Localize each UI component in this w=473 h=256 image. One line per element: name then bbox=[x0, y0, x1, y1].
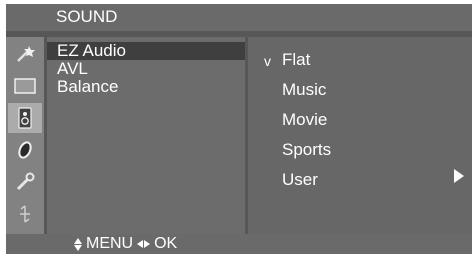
title-bar: SOUND bbox=[6, 4, 472, 31]
help-ok-label: OK bbox=[154, 235, 178, 252]
menu-item-balance[interactable]: Balance bbox=[57, 78, 118, 96]
left-right-arrow-icon bbox=[137, 240, 151, 248]
timer-icon bbox=[18, 141, 32, 159]
special-wrench-icon bbox=[16, 172, 35, 191]
setup-icon bbox=[20, 205, 30, 223]
category-icon-column bbox=[6, 37, 44, 234]
help-text: MENU OK bbox=[74, 235, 177, 253]
menu-item-avl[interactable]: AVL bbox=[57, 60, 88, 78]
submenu-arrow-icon[interactable] bbox=[454, 169, 464, 183]
help-bar: MENU OK bbox=[6, 234, 472, 254]
menu-item-label: Balance bbox=[57, 77, 119, 96]
option-movie[interactable]: Movie bbox=[282, 110, 327, 130]
menu-items-panel: EZ Audio AVL Balance bbox=[47, 37, 245, 234]
option-flat[interactable]: Flat bbox=[282, 50, 310, 70]
category-picture[interactable] bbox=[8, 39, 42, 69]
category-setup[interactable] bbox=[8, 199, 42, 229]
category-special[interactable] bbox=[8, 167, 42, 197]
speaker-icon bbox=[18, 107, 32, 129]
menu-item-ez-audio[interactable]: EZ Audio bbox=[47, 42, 245, 60]
category-screen[interactable] bbox=[8, 71, 42, 101]
option-music[interactable]: Music bbox=[282, 80, 326, 100]
osd-screen: SOUND EZ Audio AVL Balance v Flat Music … bbox=[6, 4, 472, 254]
category-time[interactable] bbox=[8, 135, 42, 165]
menu-item-label: AVL bbox=[57, 59, 88, 78]
up-down-arrow-icon bbox=[74, 237, 82, 251]
picture-wand-icon bbox=[17, 46, 35, 62]
option-sports[interactable]: Sports bbox=[282, 140, 331, 160]
help-menu-label: MENU bbox=[86, 235, 134, 252]
menu-item-label: EZ Audio bbox=[57, 41, 126, 60]
menu-title: SOUND bbox=[56, 7, 118, 26]
option-user[interactable]: User bbox=[282, 170, 318, 190]
check-mark: v bbox=[264, 53, 271, 69]
category-sound[interactable] bbox=[8, 103, 42, 133]
screen-icon bbox=[14, 78, 36, 94]
submenu-panel: v Flat Music Movie Sports User bbox=[248, 37, 472, 234]
